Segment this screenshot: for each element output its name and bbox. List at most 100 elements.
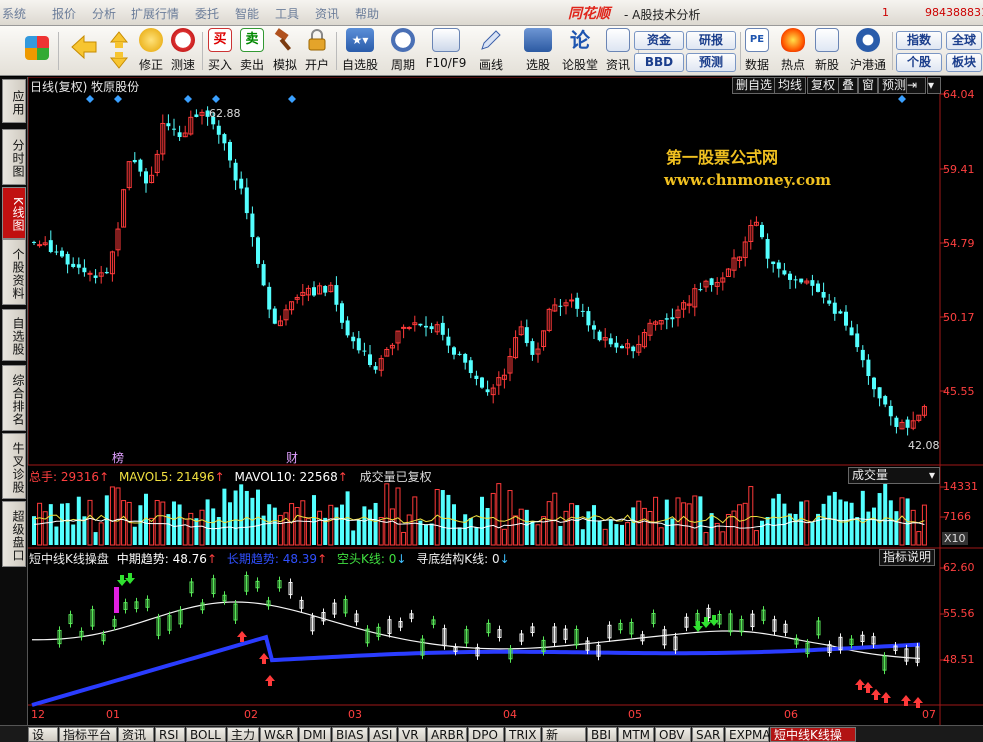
period-button[interactable]: 周期 bbox=[384, 28, 422, 74]
adjust-price-button[interactable]: 复权 bbox=[807, 77, 840, 94]
indicator-tab[interactable]: MTM bbox=[618, 727, 654, 742]
draw-line-button[interactable]: 画线 bbox=[472, 28, 510, 74]
menu-item-extended[interactable]: 扩展行情 bbox=[131, 5, 179, 22]
menu-item-news[interactable]: 资讯 bbox=[315, 5, 339, 22]
volume-bar bbox=[518, 508, 524, 546]
indicator-tab[interactable]: ARBR bbox=[427, 727, 467, 742]
volume-bar bbox=[670, 518, 675, 545]
sector-button[interactable]: 板块 bbox=[946, 53, 982, 72]
tab-apps[interactable]: 应用 bbox=[2, 79, 26, 123]
volume-bar bbox=[653, 496, 659, 546]
tab-intraday[interactable]: 分时图 bbox=[2, 129, 26, 185]
indicator-tab[interactable]: ASI bbox=[369, 727, 397, 742]
research-button[interactable]: 研报 bbox=[686, 31, 736, 50]
indicator-tab[interactable]: EXPMA bbox=[725, 727, 771, 742]
tab-ranking[interactable]: 综合排名 bbox=[2, 365, 26, 431]
simulate-button[interactable]: 模拟 bbox=[270, 28, 300, 74]
volume-indicator-select[interactable]: 成交量 ▾ bbox=[848, 467, 940, 484]
indicator-tab[interactable]: BBI bbox=[587, 727, 617, 742]
candle-body bbox=[233, 162, 238, 181]
candle-body bbox=[855, 333, 860, 348]
buy-button[interactable]: 买 买入 bbox=[205, 28, 235, 74]
indicator-tab[interactable]: BIAS bbox=[332, 727, 368, 742]
data-button[interactable]: PE 数据 bbox=[742, 28, 772, 74]
indicator-tab[interactable]: SAR bbox=[692, 727, 724, 742]
ma-button[interactable]: 均线 bbox=[774, 77, 807, 94]
volume-bar bbox=[277, 514, 283, 546]
bull-arrow bbox=[855, 679, 865, 690]
tab-kline[interactable]: K线图 bbox=[2, 187, 26, 239]
indicator-tab[interactable]: VR bbox=[398, 727, 426, 742]
adjust-button[interactable]: 修正 bbox=[136, 28, 166, 74]
volume-bar bbox=[625, 522, 631, 546]
kline-chart-svg[interactable] bbox=[28, 77, 983, 725]
candle-body bbox=[228, 141, 232, 161]
candle-body bbox=[788, 273, 792, 280]
capital-button[interactable]: 资金 bbox=[634, 31, 684, 50]
menu-item-tools[interactable]: 工具 bbox=[275, 5, 299, 22]
hotspot-button[interactable]: 热点 bbox=[778, 28, 808, 74]
bbd-button[interactable]: BBD bbox=[634, 53, 684, 72]
finance-marker[interactable]: 财 bbox=[286, 449, 298, 466]
indicator-y-tick: 48.51 bbox=[943, 653, 975, 666]
menu-item-help[interactable]: 帮助 bbox=[355, 5, 379, 22]
tab-watchlist[interactable]: 自选股 bbox=[2, 309, 26, 361]
new-stock-button[interactable]: 新股 bbox=[812, 28, 842, 74]
indicator-tab[interactable]: W&R bbox=[260, 727, 298, 742]
candle-body bbox=[345, 320, 350, 336]
index-button[interactable]: 指数 bbox=[896, 31, 942, 50]
tab-level2[interactable]: 超级盘口 bbox=[2, 501, 26, 567]
open-account-button[interactable]: 开户 bbox=[302, 28, 332, 74]
menu-item-quote[interactable]: 报价 bbox=[52, 5, 76, 22]
indicator-tab[interactable]: DMI bbox=[299, 727, 331, 742]
candle-body bbox=[474, 375, 479, 379]
remove-watchlist-button[interactable]: 删自选 bbox=[732, 77, 777, 94]
indicator-tab[interactable]: 指标平台 bbox=[59, 727, 117, 742]
indicator-tab[interactable]: BOLL bbox=[186, 727, 226, 742]
indicator-tab[interactable]: 短中线K线操盘 bbox=[770, 727, 856, 742]
indicator-tab[interactable]: OBV bbox=[655, 727, 691, 742]
shanghai-hk-connect-button[interactable]: 沪港通 bbox=[846, 28, 890, 74]
candle-body bbox=[452, 347, 456, 355]
speed-test-button[interactable]: 测速 bbox=[168, 28, 198, 74]
menu-item-analysis[interactable]: 分析 bbox=[92, 5, 116, 22]
news-button[interactable]: 资讯 bbox=[602, 28, 634, 74]
window-button[interactable]: 窗 bbox=[858, 77, 879, 94]
page-up-down-button[interactable] bbox=[106, 28, 132, 74]
indicator-tab[interactable]: DPO bbox=[468, 727, 504, 742]
candle-body bbox=[485, 389, 490, 393]
volume-bar bbox=[334, 507, 339, 545]
volume-bar bbox=[737, 504, 743, 546]
global-button[interactable]: 全球 bbox=[946, 31, 982, 50]
export-icon[interactable]: ⇥ bbox=[906, 77, 926, 94]
indicator-tab[interactable]: TRIX bbox=[505, 727, 541, 742]
menu-item-order[interactable]: 委托 bbox=[195, 5, 219, 22]
menu-item-system[interactable]: 系统 bbox=[2, 5, 26, 22]
candle-body bbox=[524, 327, 529, 344]
indicator-tab[interactable]: RSI bbox=[155, 727, 185, 742]
stock-button[interactable]: 个股 bbox=[896, 53, 942, 72]
volume-bar bbox=[799, 501, 804, 545]
indicator-tab[interactable]: 设置 bbox=[28, 727, 58, 742]
back-button[interactable] bbox=[66, 28, 98, 74]
layout-button[interactable] bbox=[22, 28, 52, 74]
sell-button[interactable]: 卖 卖出 bbox=[237, 28, 267, 74]
candle-body bbox=[883, 396, 888, 405]
indicator-help-button[interactable]: 指标说明 bbox=[879, 549, 936, 566]
indicator-tab[interactable]: 新DMA bbox=[542, 727, 586, 742]
forecast-button[interactable]: 预测 bbox=[686, 53, 736, 72]
volume-bar bbox=[305, 518, 311, 546]
stock-picker-button[interactable]: 选股 bbox=[518, 28, 558, 74]
overlay-button[interactable]: 叠 bbox=[838, 77, 859, 94]
tab-diagnosis[interactable]: 牛叉诊股 bbox=[2, 433, 26, 499]
watchlist-button[interactable]: ★▾ 自选股 bbox=[340, 28, 380, 74]
tab-profile[interactable]: 个股资料 bbox=[2, 239, 26, 305]
chevron-down-icon[interactable]: ▾ bbox=[927, 77, 941, 94]
menu-item-smart[interactable]: 智能 bbox=[235, 5, 259, 22]
indicator-tab[interactable]: 资讯 bbox=[118, 727, 154, 742]
volume-bar bbox=[490, 492, 496, 546]
f10-button[interactable]: F10/F9 bbox=[424, 28, 468, 74]
forum-button[interactable]: 论 论股堂 bbox=[560, 28, 600, 74]
indicator-tab[interactable]: 主力 bbox=[227, 727, 259, 742]
list-marker[interactable]: 榜 bbox=[112, 449, 124, 466]
